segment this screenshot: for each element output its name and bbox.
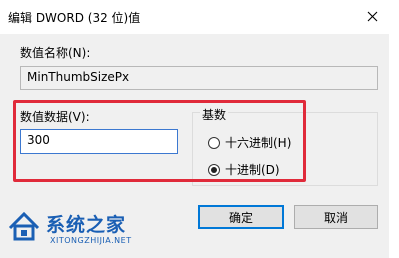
radio-decimal[interactable]: 十进制(D) [208,161,280,178]
value-name-field: MinThumbSizePx [20,66,378,90]
edit-dword-dialog: 编辑 DWORD (32 位)值 数值名称(N): MinThumbSizePx… [0,0,390,258]
value-data-label: 数值数据(V): [20,110,90,124]
base-label: 基数 [200,106,229,123]
radio-hexadecimal[interactable]: 十六进制(H) [208,134,291,151]
cancel-button[interactable]: 取消 [294,205,378,229]
ok-button[interactable]: 确定 [198,205,284,229]
watermark: 系统之家 XITONGZHIJIA.NET [6,206,166,258]
background-window-edge [389,0,399,258]
value-name-label: 数值名称(N): [20,46,91,60]
dialog-title: 编辑 DWORD (32 位)值 [8,11,141,25]
radio-circle-hex [208,136,220,149]
watermark-url: XITONGZHIJIA.NET [50,236,132,245]
watermark-text: 系统之家 [46,214,127,236]
radio-decimal-label: 十进制(D) [225,163,280,177]
watermark-logo-icon [6,208,42,245]
radio-circle-decimal [208,163,220,176]
radio-hex-label: 十六进制(H) [225,136,292,150]
close-icon [367,11,378,22]
value-data-input[interactable]: 300 [20,129,178,154]
close-button[interactable] [359,4,385,28]
title-bar: 编辑 DWORD (32 位)值 [0,0,389,34]
